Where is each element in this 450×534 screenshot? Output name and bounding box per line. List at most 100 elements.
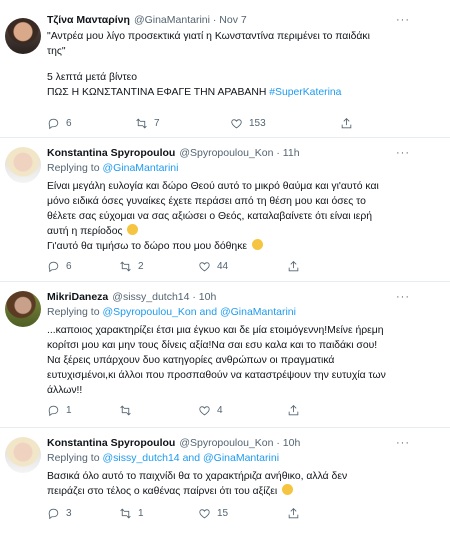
tweet-text: Είναι μεγάλη ευλογία και δώρο Θεού αυτό …	[47, 179, 417, 254]
raising-hands-emoji-icon	[251, 239, 263, 250]
reply-button[interactable]: 1	[47, 402, 72, 418]
share-button[interactable]	[287, 505, 300, 521]
retweet-button[interactable]: 1	[119, 505, 144, 521]
reply-icon	[48, 261, 59, 272]
reply-icon	[48, 405, 59, 416]
replying-to-label: Replying to	[47, 306, 103, 318]
tweet-line: αυτή η περίοδος	[47, 224, 417, 239]
like-count: 44	[217, 260, 229, 272]
avatar[interactable]	[5, 291, 41, 327]
tweet-line: 5 λεπτά μετά βίντεο	[47, 72, 137, 83]
tweet-line: ευτυχισμένοι,κι άλλοι που προσπαθούν να …	[47, 370, 386, 381]
author-handle[interactable]: @sissy_dutch14 · 10h	[112, 291, 216, 303]
tweet-header: Konstantina Spyropoulou @Spyropoulou_Kon…	[47, 435, 300, 451]
tweet-line: Είναι μεγάλη ευλογία και δώρο Θεού αυτό …	[47, 181, 379, 192]
reply-count: 1	[66, 404, 72, 416]
reply-button[interactable]: 6	[47, 258, 72, 274]
tweet-text: "Αντρέα μου λίγο προσεκτικά γιατί η Κωνσ…	[47, 29, 417, 100]
tweet-actions: 1 4	[47, 402, 387, 418]
reply-icon	[48, 508, 59, 519]
tweet-text: Βασικά όλο αυτό το παιχνίδι θα το χαρακτ…	[47, 469, 417, 499]
like-count: 4	[217, 404, 223, 416]
tweet-line: άλλων!!	[47, 385, 83, 396]
tweet-header: Konstantina Spyropoulou @Spyropoulou_Kon…	[47, 145, 300, 161]
reply-count: 6	[66, 260, 72, 272]
tweet-text: ...καποιος χαρακτηρίζει έτσι μια έγκυο κ…	[47, 323, 417, 398]
author-name[interactable]: Konstantina Spyropoulou	[47, 147, 175, 159]
retweet-count: 7	[154, 117, 160, 129]
tweet[interactable]: Konstantina Spyropoulou @Spyropoulou_Kon…	[0, 435, 450, 521]
reply-icon	[48, 118, 59, 129]
reply-button[interactable]: 6	[47, 115, 72, 131]
like-count: 15	[217, 507, 229, 519]
share-icon	[288, 507, 299, 518]
share-button[interactable]	[287, 258, 300, 274]
praying-hands-emoji-icon	[127, 224, 139, 235]
tweet-line: Βασικά όλο αυτό το παιχνίδι θα το χαρακτ…	[47, 471, 348, 482]
heart-icon	[231, 118, 242, 128]
retweet-button[interactable]: 2	[119, 258, 144, 274]
tweet-line-text: ΠΩΣ Η ΚΩΝΣΤΑΝΤΙΝΑ ΕΦΑΓΕ ΤΗΝ ΑΡΑΒΑΝΗ	[47, 87, 270, 98]
retweet-count: 1	[138, 507, 144, 519]
retweet-button[interactable]: 7	[135, 115, 160, 131]
avatar[interactable]	[5, 18, 41, 54]
winking-face-emoji-icon	[282, 484, 294, 495]
tweet-line: μόνο ειδικά όσες γυναίκες έχετε περάσει …	[47, 196, 366, 207]
author-name[interactable]: MikriDaneza	[47, 291, 108, 303]
like-count: 153	[249, 117, 266, 129]
tweet-line: πειράζει στο τέλος ο καθένας παίρνει ότι…	[47, 484, 417, 499]
retweet-icon	[120, 261, 131, 271]
author-handle[interactable]: @GinaMantarini · Nov 7	[134, 14, 247, 26]
mention-link[interactable]: @sissy_dutch14 and @GinaMantarini	[102, 452, 279, 464]
tweet-line: της"	[47, 46, 66, 57]
tweet-actions: 6 7 153	[47, 115, 387, 131]
more-options-icon[interactable]: ···	[396, 14, 410, 26]
tweet-line-text: πειράζει στο τέλος ο καθένας παίρνει ότι…	[47, 486, 278, 497]
author-name[interactable]: Τζίνα Μανταρίνη	[47, 14, 130, 26]
mention-link[interactable]: @Spyropoulou_Kon and @GinaMantarini	[102, 306, 296, 318]
tweet-line: "Αντρέα μου λίγο προσεκτικά γιατί η Κωνσ…	[47, 31, 370, 42]
mention-link[interactable]: @GinaMantarini	[102, 162, 178, 174]
divider	[0, 281, 450, 282]
divider	[0, 427, 450, 428]
reply-count: 3	[66, 507, 72, 519]
retweet-button[interactable]	[119, 402, 138, 418]
hashtag-link[interactable]: #SuperKaterina	[269, 87, 341, 98]
heart-icon	[199, 405, 210, 415]
replying-to: Replying to @GinaMantarini	[47, 162, 178, 174]
replying-to: Replying to @sissy_dutch14 and @GinaMant…	[47, 452, 279, 464]
tweet-actions: 6 2 44	[47, 258, 387, 274]
avatar[interactable]	[5, 147, 41, 183]
retweet-count: 2	[138, 260, 144, 272]
tweet[interactable]: MikriDaneza @sissy_dutch14 · 10h ··· Rep…	[0, 289, 450, 421]
tweet-line: ΠΩΣ Η ΚΩΝΣΤΑΝΤΙΝΑ ΕΦΑΓΕ ΤΗΝ ΑΡΑΒΑΝΗ #Sup…	[47, 85, 417, 100]
tweet-line: κορίτσι μου και μην τους δίνεις αξία!Να …	[47, 340, 378, 351]
replying-to-label: Replying to	[47, 162, 103, 174]
replying-to-label: Replying to	[47, 452, 103, 464]
author-handle[interactable]: @Spyropoulou_Kon · 10h	[179, 437, 300, 449]
heart-icon	[199, 508, 210, 518]
retweet-icon	[120, 405, 131, 415]
like-button[interactable]: 44	[198, 258, 228, 274]
like-button[interactable]: 4	[198, 402, 223, 418]
like-button[interactable]: 15	[198, 505, 228, 521]
tweet[interactable]: Konstantina Spyropoulou @Spyropoulou_Kon…	[0, 145, 450, 273]
more-options-icon[interactable]: ···	[396, 291, 410, 303]
author-name[interactable]: Konstantina Spyropoulou	[47, 437, 175, 449]
tweet-header: Τζίνα Μανταρίνη @GinaMantarini · Nov 7	[47, 12, 247, 28]
share-icon	[288, 260, 299, 271]
divider	[0, 137, 450, 138]
share-button[interactable]	[287, 402, 300, 418]
reply-button[interactable]: 3	[47, 505, 72, 521]
author-handle[interactable]: @Spyropoulou_Kon · 11h	[179, 147, 299, 159]
share-button[interactable]	[340, 115, 353, 131]
tweet-actions: 3 1 15	[47, 505, 387, 521]
like-button[interactable]: 153	[230, 115, 266, 131]
more-options-icon[interactable]: ···	[396, 437, 410, 449]
retweet-icon	[136, 118, 147, 128]
tweet[interactable]: Τζίνα Μανταρίνη @GinaMantarini · Nov 7 ·…	[0, 12, 450, 130]
avatar[interactable]	[5, 437, 41, 473]
tweet-header: MikriDaneza @sissy_dutch14 · 10h	[47, 289, 216, 305]
tweet-line: ...καποιος χαρακτηρίζει έτσι μια έγκυο κ…	[47, 325, 384, 336]
more-options-icon[interactable]: ···	[396, 147, 410, 159]
